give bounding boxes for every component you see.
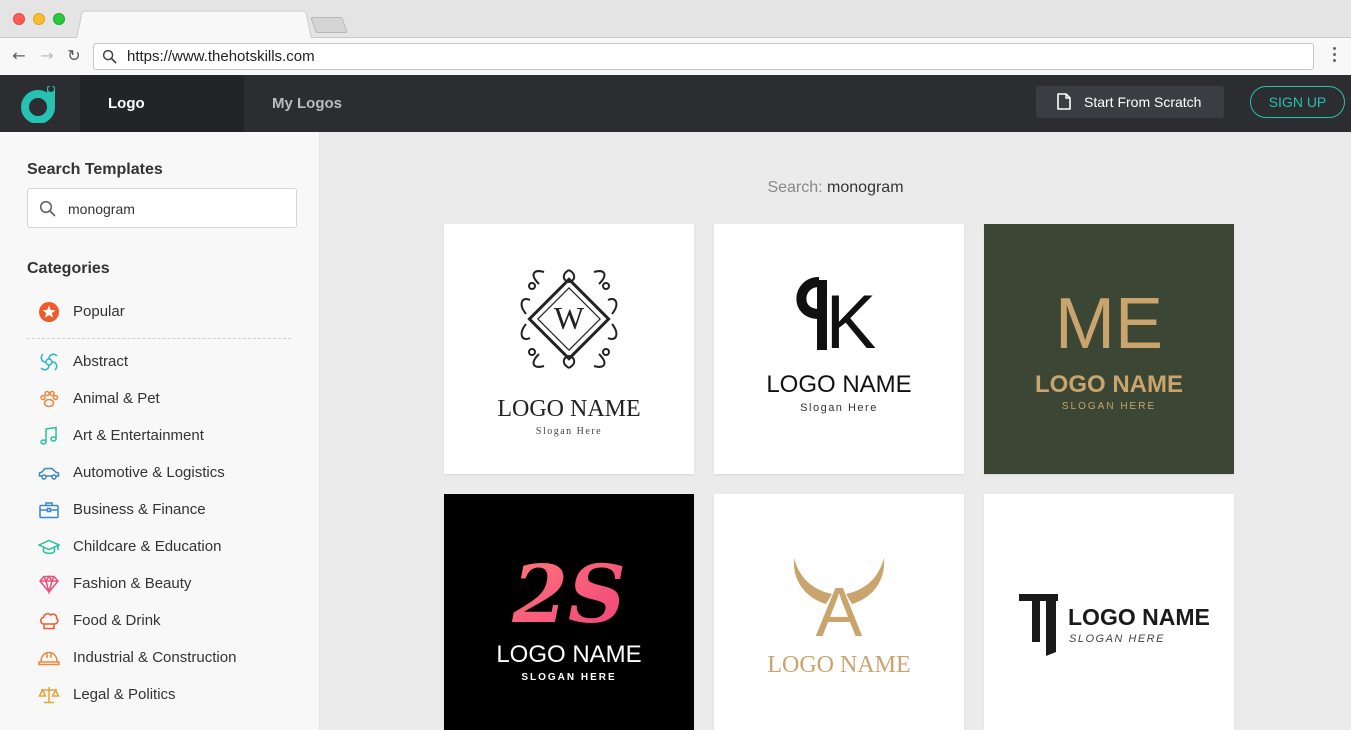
card-slogan: SLOGAN HERE [1062, 401, 1156, 412]
graduation-cap-icon [38, 539, 60, 555]
category-label: Childcare & Education [73, 538, 222, 555]
card-monogram: K [826, 280, 877, 365]
category-label: Business & Finance [73, 501, 206, 518]
card-monogram: 2S [511, 547, 625, 641]
card-logo-name: LOGO NAME [497, 396, 640, 422]
address-bar[interactable]: https://www.thehotskills.com [93, 43, 1314, 70]
paw-icon [40, 390, 59, 408]
monogram-a-wings-logo: A LOGO NAME [767, 558, 911, 678]
new-tab-button[interactable] [310, 17, 348, 33]
card-slogan: SLOGAN HERE [1069, 633, 1165, 645]
diamond-icon [39, 575, 59, 595]
monogram-k-logo: K LOGO NAME Slogan Here [766, 277, 912, 414]
url-text: https://www.thehotskills.com [127, 48, 315, 65]
start-from-scratch-label: Start From Scratch [1084, 94, 1202, 110]
category-automotive-logistics[interactable]: Automotive & Logistics [38, 461, 298, 485]
card-monogram: W [554, 300, 585, 336]
car-icon [38, 467, 60, 480]
browser-chrome: ← → ↻ https://www.thehotskills.com [0, 0, 1351, 75]
card-logo-name: LOGO NAME [1035, 371, 1183, 398]
card-logo-name: LOGO NAME [1068, 604, 1210, 630]
category-label: Fashion & Beauty [73, 575, 192, 592]
close-window-button[interactable] [13, 13, 25, 25]
monogram-me-logo: ME LOGO NAME SLOGAN HERE [1035, 284, 1183, 412]
category-legal-politics[interactable]: Legal & Politics [38, 683, 298, 707]
card-slogan: SLOGAN HERE [521, 672, 616, 683]
category-popular[interactable]: Popular [38, 300, 298, 324]
browser-tab-active[interactable] [76, 10, 312, 39]
forward-arrow-icon[interactable]: → [37, 46, 57, 66]
sign-up-button[interactable]: SIGN UP [1250, 86, 1345, 118]
scales-icon [38, 687, 60, 704]
template-search-box[interactable] [27, 188, 297, 228]
search-templates-heading: Search Templates [27, 161, 163, 178]
swirl-icon [40, 353, 58, 371]
template-card[interactable]: A LOGO NAME [714, 494, 964, 730]
maximize-window-button[interactable] [53, 13, 65, 25]
category-label: Abstract [73, 353, 129, 370]
category-business-finance[interactable]: Business & Finance [38, 498, 298, 522]
template-card[interactable]: K LOGO NAME Slogan Here [714, 224, 964, 474]
tab-logo-templates[interactable]: Logo Templates [80, 75, 244, 169]
search-caption: Search: monogram [320, 179, 1351, 197]
template-card[interactable]: W LOGO NAME Slogan Here [444, 224, 694, 474]
tab-my-logos[interactable]: My Logos [244, 75, 370, 132]
monogram-w-logo: W LOGO NAME Slogan Here [497, 269, 641, 437]
search-icon [39, 200, 56, 217]
category-food-drink[interactable]: Food & Drink [38, 609, 298, 633]
search-caption-term: monogram [827, 179, 904, 196]
template-card[interactable]: ME LOGO NAME SLOGAN HERE [984, 224, 1234, 474]
document-icon [1057, 93, 1071, 110]
chef-hat-icon [40, 612, 59, 630]
template-card[interactable]: 2S LOGO NAME SLOGAN HERE [444, 494, 694, 730]
hard-hat-icon [38, 651, 60, 666]
search-icon [102, 49, 117, 64]
card-logo-name: LOGO NAME [767, 652, 910, 678]
category-label: Popular [73, 303, 125, 320]
category-childcare-education[interactable]: Childcare & Education [38, 535, 298, 559]
category-fashion-beauty[interactable]: Fashion & Beauty [38, 572, 298, 596]
category-animal-pet[interactable]: Animal & Pet [38, 387, 298, 411]
start-from-scratch-button[interactable]: Start From Scratch [1036, 86, 1224, 118]
briefcase-icon [39, 502, 59, 519]
category-label: Legal & Politics [73, 686, 176, 703]
category-industrial-construction[interactable]: Industrial & Construction [38, 646, 298, 670]
app-header: Logo Templates My Logos Start From Scrat… [0, 75, 1351, 169]
monogram-2s-logo: 2S LOGO NAME SLOGAN HERE [496, 547, 641, 683]
categories-heading: Categories [27, 260, 110, 277]
card-logo-name: LOGO NAME [496, 641, 641, 668]
category-art-entertainment[interactable]: Art & Entertainment [38, 424, 298, 448]
category-label: Art & Entertainment [73, 427, 204, 444]
template-gallery: Search: monogram W LOGO NAME Slogan Here… [320, 132, 1351, 730]
card-logo-name: LOGO NAME [766, 371, 911, 398]
star-badge-icon [39, 302, 59, 322]
browser-menu-icon[interactable] [1333, 47, 1337, 65]
category-divider [27, 338, 291, 339]
brand-logo-icon[interactable] [20, 83, 60, 123]
music-note-icon [40, 426, 57, 445]
sidebar: Search Templates Categories Popular Abst… [0, 132, 320, 730]
category-label: Industrial & Construction [73, 649, 237, 666]
category-abstract[interactable]: Abstract [38, 350, 298, 374]
card-slogan: Slogan Here [536, 426, 602, 437]
reload-icon[interactable]: ↻ [64, 46, 84, 66]
card-monogram: ME [1055, 284, 1163, 364]
minimize-window-button[interactable] [33, 13, 45, 25]
category-label: Animal & Pet [73, 390, 160, 407]
category-label: Automotive & Logistics [73, 464, 225, 481]
card-monogram: A [816, 573, 863, 651]
search-caption-prefix: Search: [767, 179, 823, 196]
back-arrow-icon[interactable]: ← [9, 46, 29, 66]
browser-tab-bar [0, 0, 1351, 39]
card-slogan: Slogan Here [800, 402, 878, 414]
template-search-input[interactable] [68, 199, 288, 219]
category-label: Food & Drink [73, 612, 161, 629]
browser-toolbar: ← → ↻ https://www.thehotskills.com [0, 38, 1351, 75]
monogram-tj-logo: TJ LOGO NAME SLOGAN HERE [1019, 594, 1210, 656]
template-card[interactable]: TJ LOGO NAME SLOGAN HERE [984, 494, 1234, 730]
